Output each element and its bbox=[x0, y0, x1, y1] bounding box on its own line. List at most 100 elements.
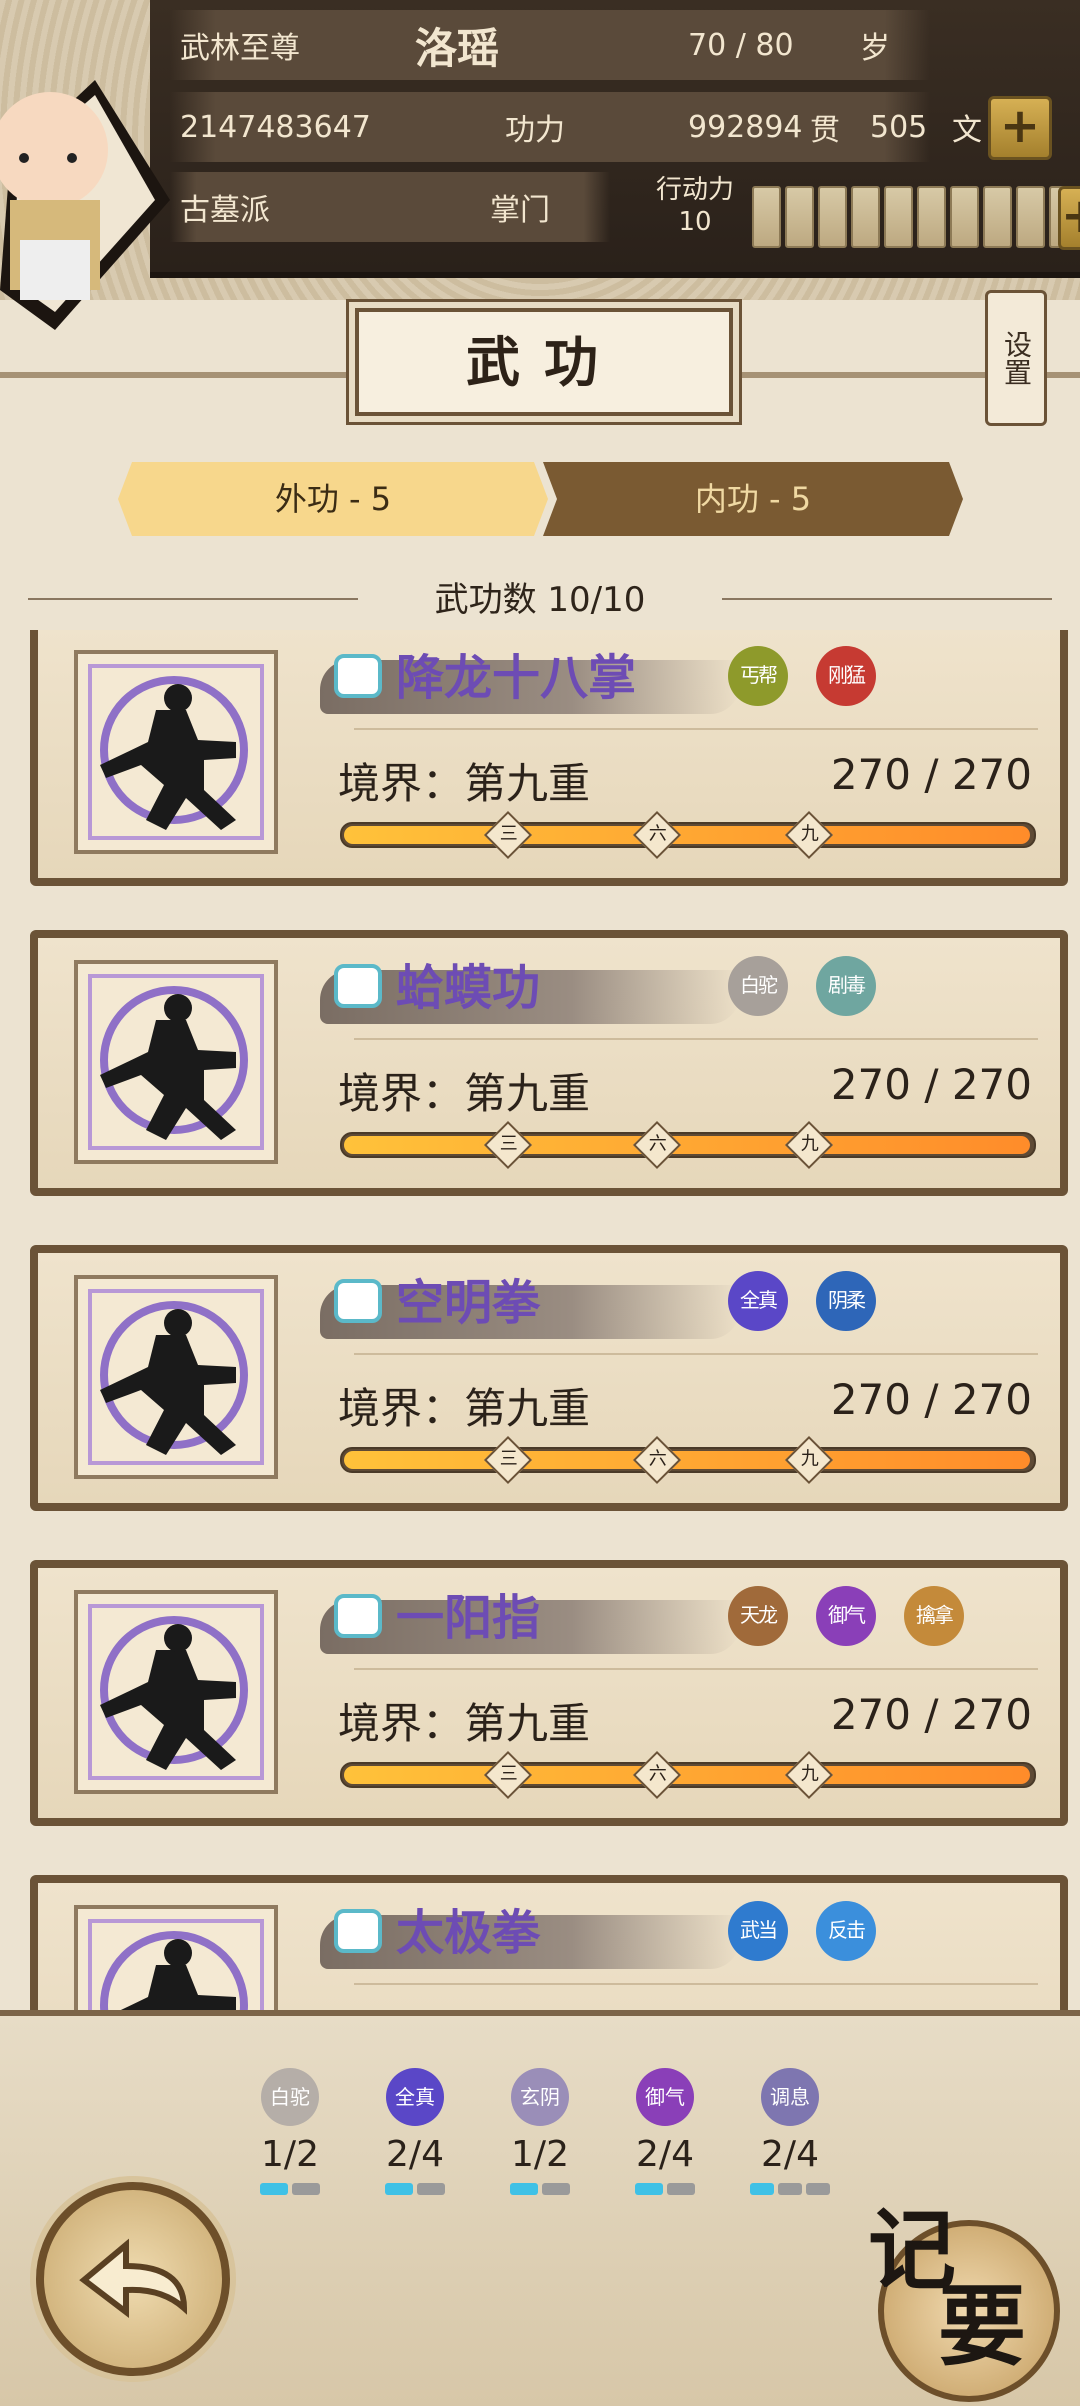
skill-card[interactable]: 降龙十八掌 丐帮 刚猛 境界：第九重 270 / 270 三 六 九 bbox=[30, 630, 1068, 886]
card-divider bbox=[354, 1038, 1038, 1040]
skill-icon bbox=[74, 1275, 278, 1479]
stats-panel: 武林至尊 洛瑶 70 / 80 岁 2147483647 功力 992894 贯… bbox=[150, 0, 1080, 278]
skill-progress-bar: 三六九 bbox=[340, 1435, 1036, 1485]
school-stat-value: 2/4 bbox=[386, 2134, 444, 2175]
school-badge: 调息 bbox=[761, 2068, 819, 2126]
skill-tag-badge: 阴柔 bbox=[816, 1271, 876, 1331]
school-stat[interactable]: 全真 2/4 bbox=[375, 2068, 455, 2195]
add-action-button[interactable]: + bbox=[1058, 186, 1080, 250]
skill-progress-bar: 三六九 bbox=[340, 1750, 1036, 1800]
realm-marker: 九 bbox=[784, 1750, 834, 1800]
skill-progress: 270 / 270 bbox=[830, 1060, 1032, 1109]
realm-marker: 九 bbox=[784, 1120, 834, 1170]
player-avatar[interactable] bbox=[0, 40, 170, 330]
school-badge: 全真 bbox=[386, 2068, 444, 2126]
skill-card[interactable]: 蛤蟆功 白驼 剧毒 境界：第九重 270 / 270 三 六 九 bbox=[30, 930, 1068, 1196]
fist-icon bbox=[334, 1594, 382, 1638]
settings-button[interactable]: 设置 bbox=[985, 290, 1047, 426]
school-stat-value: 2/4 bbox=[636, 2134, 694, 2175]
action-label: 行动力 bbox=[655, 175, 734, 205]
realm-marker: 三 bbox=[483, 1750, 533, 1800]
card-divider bbox=[354, 1668, 1038, 1670]
plus-icon: + bbox=[1061, 188, 1080, 244]
realm-marker: 九 bbox=[784, 810, 834, 860]
realm-marker: 六 bbox=[632, 1435, 682, 1485]
action-bar bbox=[752, 186, 1078, 248]
skill-count-label: 武功数 10/10 bbox=[434, 580, 646, 620]
school-stat[interactable]: 玄阴 1/2 bbox=[500, 2068, 580, 2195]
skill-count: 武功数 10/10 bbox=[0, 572, 1080, 621]
realm-marker: 三 bbox=[483, 1435, 533, 1485]
skill-tag-badge: 丐帮 bbox=[728, 646, 788, 706]
skill-name: 太极拳 bbox=[396, 1905, 541, 1961]
skill-name: 降龙十八掌 bbox=[396, 650, 637, 706]
card-divider bbox=[354, 1983, 1038, 1985]
summary-label-2: 要 bbox=[938, 2274, 1027, 2378]
skill-name: 蛤蟆功 bbox=[396, 960, 541, 1016]
age-value: 70 / 80 bbox=[688, 27, 794, 63]
skill-tag-badge: 白驼 bbox=[728, 956, 788, 1016]
school-badge: 白驼 bbox=[261, 2068, 319, 2126]
skill-progress: 270 / 270 bbox=[830, 1690, 1032, 1739]
wen-label: 文 bbox=[952, 113, 982, 148]
skill-progress-bar: 三六九 bbox=[340, 810, 1036, 860]
realm-marker: 三 bbox=[483, 1120, 533, 1170]
money-wen: 505 bbox=[870, 109, 928, 145]
player-name: 洛瑶 bbox=[415, 23, 500, 73]
martial-artist-icon bbox=[100, 684, 236, 830]
card-divider bbox=[354, 1353, 1038, 1355]
skill-name: 一阳指 bbox=[396, 1590, 541, 1646]
card-divider bbox=[354, 728, 1038, 730]
school-stat[interactable]: 白驼 1/2 bbox=[250, 2068, 330, 2195]
skill-card[interactable]: 一阳指 天龙 御气 擒拿 境界：第九重 270 / 270 三 六 九 bbox=[30, 1560, 1068, 1826]
page-title: 武功 bbox=[355, 308, 733, 416]
plus-icon: + bbox=[999, 98, 1041, 154]
skill-progress: 270 / 270 bbox=[830, 1375, 1032, 1424]
action-value: 10 bbox=[678, 207, 712, 237]
skill-icon bbox=[74, 960, 278, 1164]
power-row: 2147483647 功力 992894 贯 505 文 bbox=[170, 92, 982, 162]
skill-tag-badge: 刚猛 bbox=[816, 646, 876, 706]
sect-name: 古墓派 bbox=[180, 193, 270, 228]
skill-card[interactable]: 太极拳 武当 反击 bbox=[30, 1875, 1068, 2010]
tab-internal-skills[interactable]: 内功 - 5 bbox=[543, 462, 963, 536]
skill-icon bbox=[74, 1905, 278, 2010]
skill-icon bbox=[74, 1590, 278, 1794]
martial-artist-icon bbox=[100, 1624, 236, 1770]
stat-pips bbox=[625, 2183, 705, 2195]
summary-button[interactable]: 记 要 bbox=[868, 2180, 1060, 2402]
skill-tag-badge: 擒拿 bbox=[904, 1586, 964, 1646]
school-badge: 玄阴 bbox=[511, 2068, 569, 2126]
skill-realm: 境界：第九重 bbox=[338, 1699, 591, 1748]
sect-row: 古墓派 掌门 bbox=[170, 172, 610, 242]
school-stat[interactable]: 调息 2/4 bbox=[750, 2068, 830, 2195]
name-row: 武林至尊 洛瑶 70 / 80 岁 bbox=[170, 10, 930, 80]
skill-list[interactable]: 降龙十八掌 丐帮 刚猛 境界：第九重 270 / 270 三六九 蛤蟆功 白驼 剧毒… bbox=[0, 630, 1080, 2010]
stat-pips bbox=[500, 2183, 580, 2195]
school-stat-value: 1/2 bbox=[511, 2134, 569, 2175]
school-stat[interactable]: 御气 2/4 bbox=[625, 2068, 705, 2195]
skill-progress-bar: 三六九 bbox=[340, 1120, 1036, 1170]
martial-artist-icon bbox=[100, 1309, 236, 1455]
back-arrow-icon bbox=[79, 2238, 188, 2319]
fist-icon bbox=[334, 1909, 382, 1953]
skill-card[interactable]: 空明拳 全真 阴柔 境界：第九重 270 / 270 三 六 九 bbox=[30, 1245, 1068, 1511]
fist-icon bbox=[334, 654, 382, 698]
skill-realm: 境界：第九重 bbox=[338, 1384, 591, 1433]
action-points: 行动力 10 bbox=[640, 174, 750, 238]
skill-progress: 270 / 270 bbox=[830, 750, 1032, 799]
martial-artist-icon bbox=[120, 1939, 236, 2010]
school-badge: 御气 bbox=[636, 2068, 694, 2126]
skill-tag-badge: 全真 bbox=[728, 1271, 788, 1331]
back-button[interactable] bbox=[36, 2182, 230, 2376]
add-money-button[interactable]: + bbox=[988, 96, 1052, 160]
skill-realm: 境界：第九重 bbox=[338, 759, 591, 808]
money-guan: 992894 bbox=[688, 109, 803, 145]
tab-external-skills[interactable]: 外功 - 5 bbox=[118, 462, 548, 536]
martial-artist-icon bbox=[100, 994, 236, 1140]
fist-icon bbox=[334, 1279, 382, 1323]
school-stat-value: 1/2 bbox=[261, 2134, 319, 2175]
skill-tag-badge: 武当 bbox=[728, 1901, 788, 1961]
stat-pips bbox=[250, 2183, 330, 2195]
school-stat-value: 2/4 bbox=[761, 2134, 819, 2175]
